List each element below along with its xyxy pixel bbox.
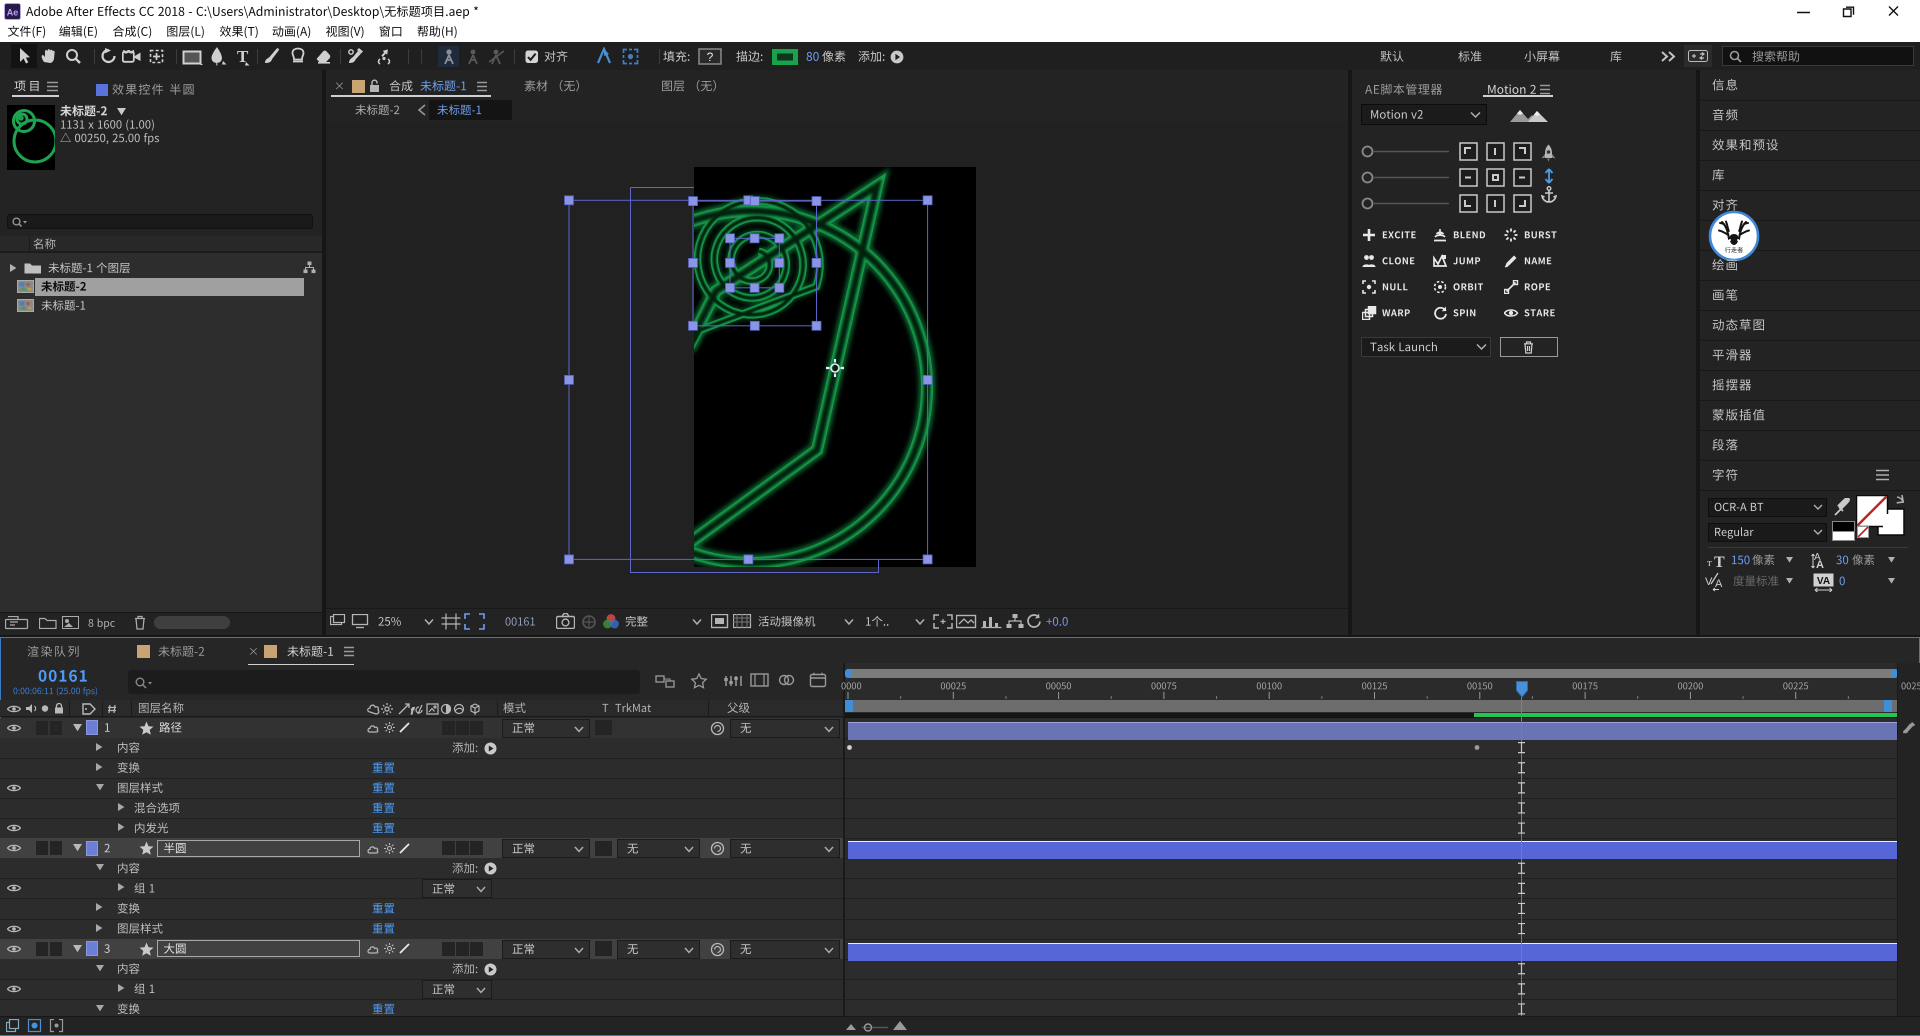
svg-text:f: f xyxy=(411,706,415,716)
svg-text:?: ? xyxy=(707,50,714,64)
svg-text:A: A xyxy=(1816,559,1824,571)
svg-text:A: A xyxy=(1715,578,1723,590)
svg-text:T: T xyxy=(237,47,249,66)
svg-text:Ae: Ae xyxy=(7,8,19,18)
svg-text:T: T xyxy=(1714,554,1725,568)
svg-text:VA: VA xyxy=(1817,576,1830,587)
svg-text:т: т xyxy=(1707,557,1712,568)
